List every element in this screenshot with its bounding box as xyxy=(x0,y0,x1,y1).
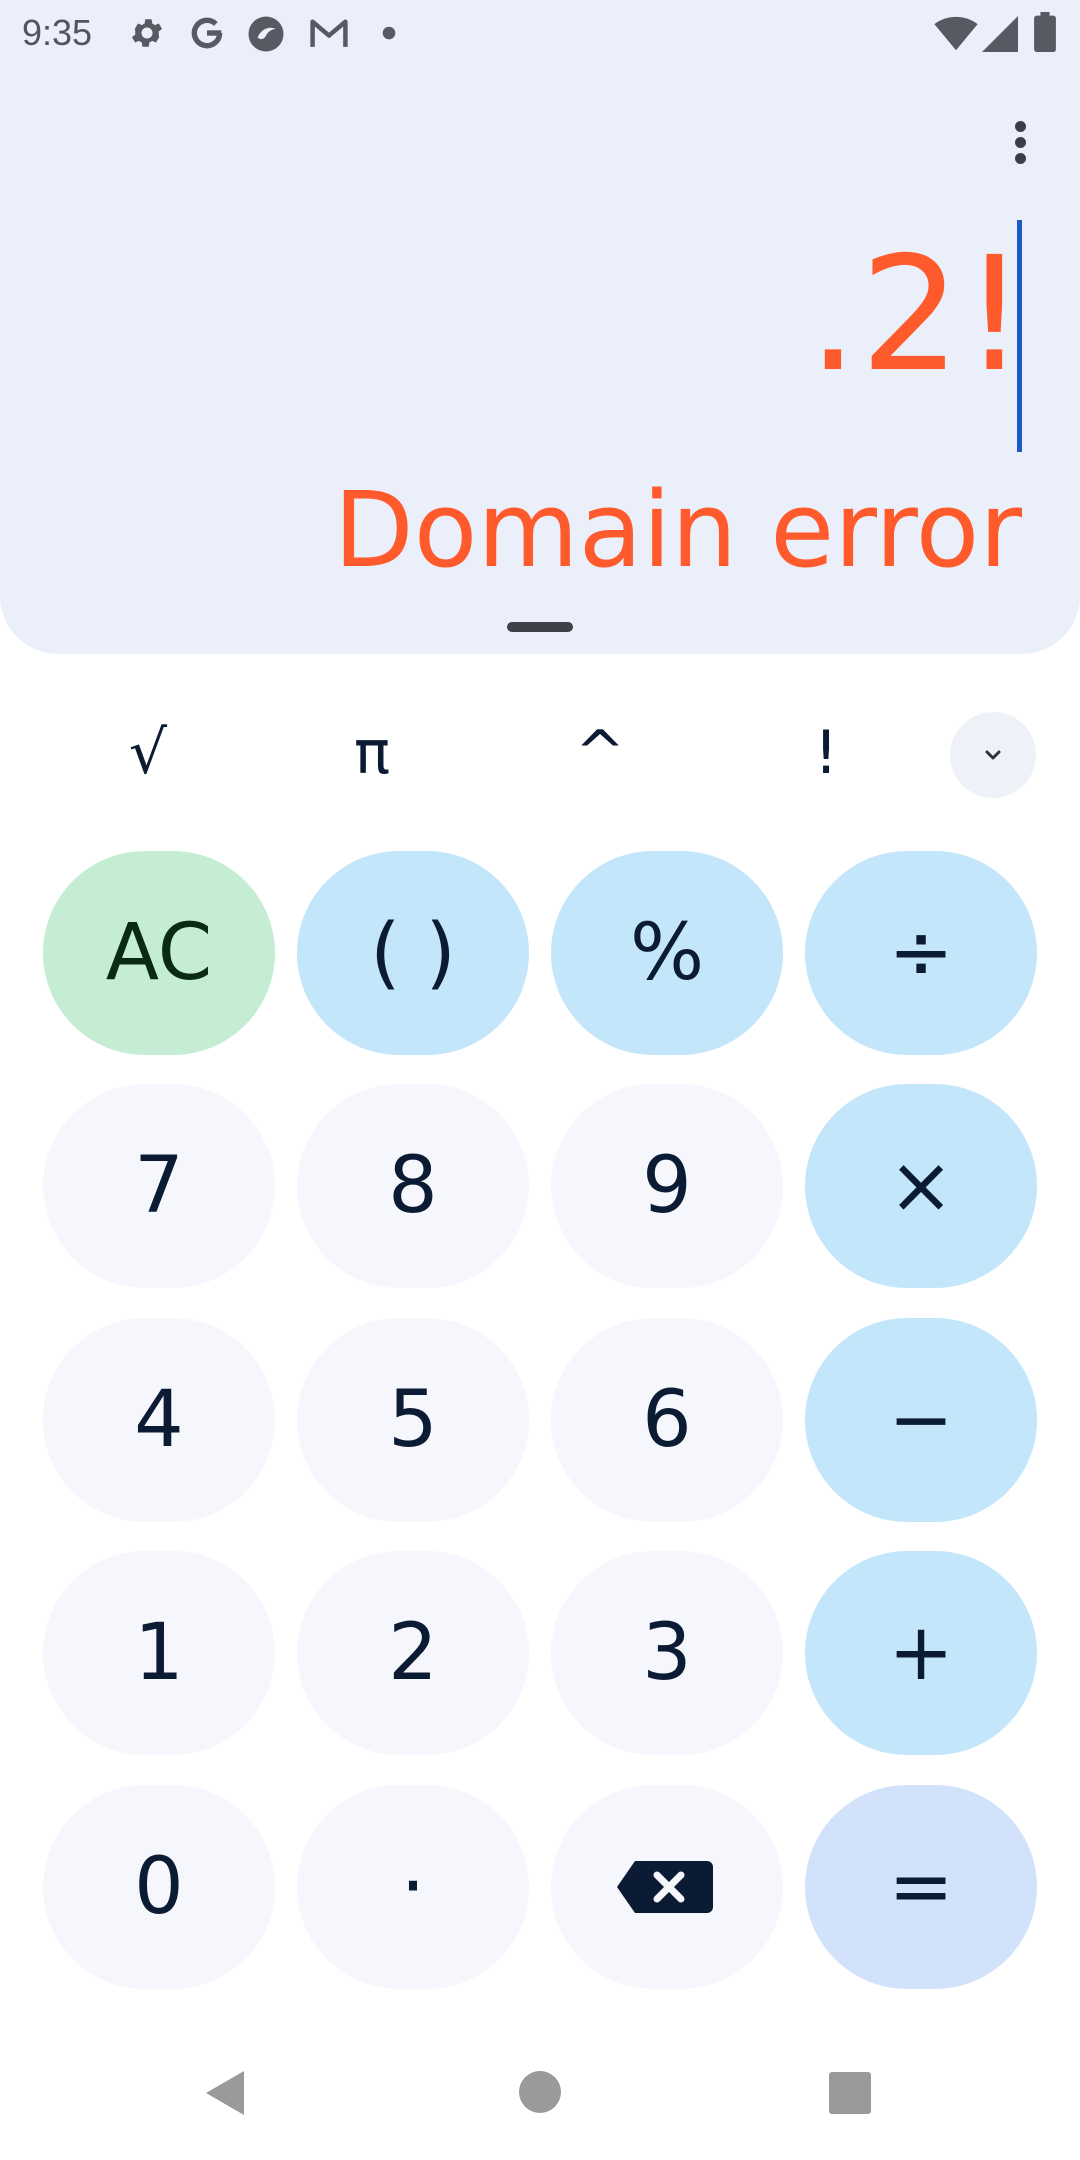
digit-2-button[interactable]: 2 xyxy=(297,1551,529,1755)
multiply-button[interactable]: × xyxy=(805,1084,1037,1288)
digit-6-button[interactable]: 6 xyxy=(551,1318,783,1522)
back-icon[interactable] xyxy=(202,2068,248,2118)
pi-button[interactable]: π xyxy=(312,708,432,798)
backspace-button[interactable] xyxy=(551,1785,783,1989)
gear-icon xyxy=(131,19,163,47)
drag-handle[interactable] xyxy=(507,622,573,632)
chevron-down-icon xyxy=(985,750,1001,760)
expand-scientific-button[interactable] xyxy=(950,712,1036,798)
home-icon[interactable] xyxy=(518,2070,562,2114)
battery-icon xyxy=(1034,12,1056,52)
digit-7-button[interactable]: 7 xyxy=(43,1084,275,1288)
minus-button[interactable]: − xyxy=(805,1318,1037,1522)
scientific-row: √ π ^ ! xyxy=(0,708,1080,798)
recents-icon[interactable] xyxy=(829,2072,871,2114)
digit-4-button[interactable]: 4 xyxy=(43,1318,275,1522)
plus-button[interactable]: + xyxy=(805,1551,1037,1755)
percent-button[interactable]: % xyxy=(551,851,783,1055)
all-clear-button[interactable]: AC xyxy=(43,851,275,1055)
gmail-icon xyxy=(310,19,348,47)
signal-icon xyxy=(982,16,1018,52)
digit-3-button[interactable]: 3 xyxy=(551,1551,783,1755)
overflow-menu-button[interactable] xyxy=(1000,112,1040,172)
dot-icon xyxy=(382,26,396,40)
factorial-button[interactable]: ! xyxy=(766,708,886,798)
digit-0-button[interactable]: 0 xyxy=(43,1785,275,1989)
photo-app-icon xyxy=(248,16,284,52)
text-cursor xyxy=(1017,220,1022,452)
status-time: 9:35 xyxy=(22,12,93,53)
navigation-bar xyxy=(0,2040,1080,2160)
expression-display[interactable]: .2! xyxy=(808,200,1028,430)
digit-8-button[interactable]: 8 xyxy=(297,1084,529,1288)
wifi-icon xyxy=(934,16,978,51)
result-display: Domain error xyxy=(333,469,1022,591)
divide-button[interactable]: ÷ xyxy=(805,851,1037,1055)
power-button[interactable]: ^ xyxy=(540,708,660,798)
digit-5-button[interactable]: 5 xyxy=(297,1318,529,1522)
backspace-icon xyxy=(617,1861,713,1913)
equals-button[interactable]: = xyxy=(805,1785,1037,1989)
google-icon xyxy=(191,17,223,49)
status-bar: 9:35 xyxy=(0,0,1080,70)
decimal-point-button[interactable]: · xyxy=(297,1785,529,1989)
display-panel: 9:35 .2! Domain error xyxy=(0,0,1080,654)
parentheses-button[interactable]: ( ) xyxy=(297,851,529,1055)
sqrt-button[interactable]: √ xyxy=(88,708,208,798)
digit-9-button[interactable]: 9 xyxy=(551,1084,783,1288)
dots-vertical-icon xyxy=(1015,121,1026,132)
digit-1-button[interactable]: 1 xyxy=(43,1551,275,1755)
